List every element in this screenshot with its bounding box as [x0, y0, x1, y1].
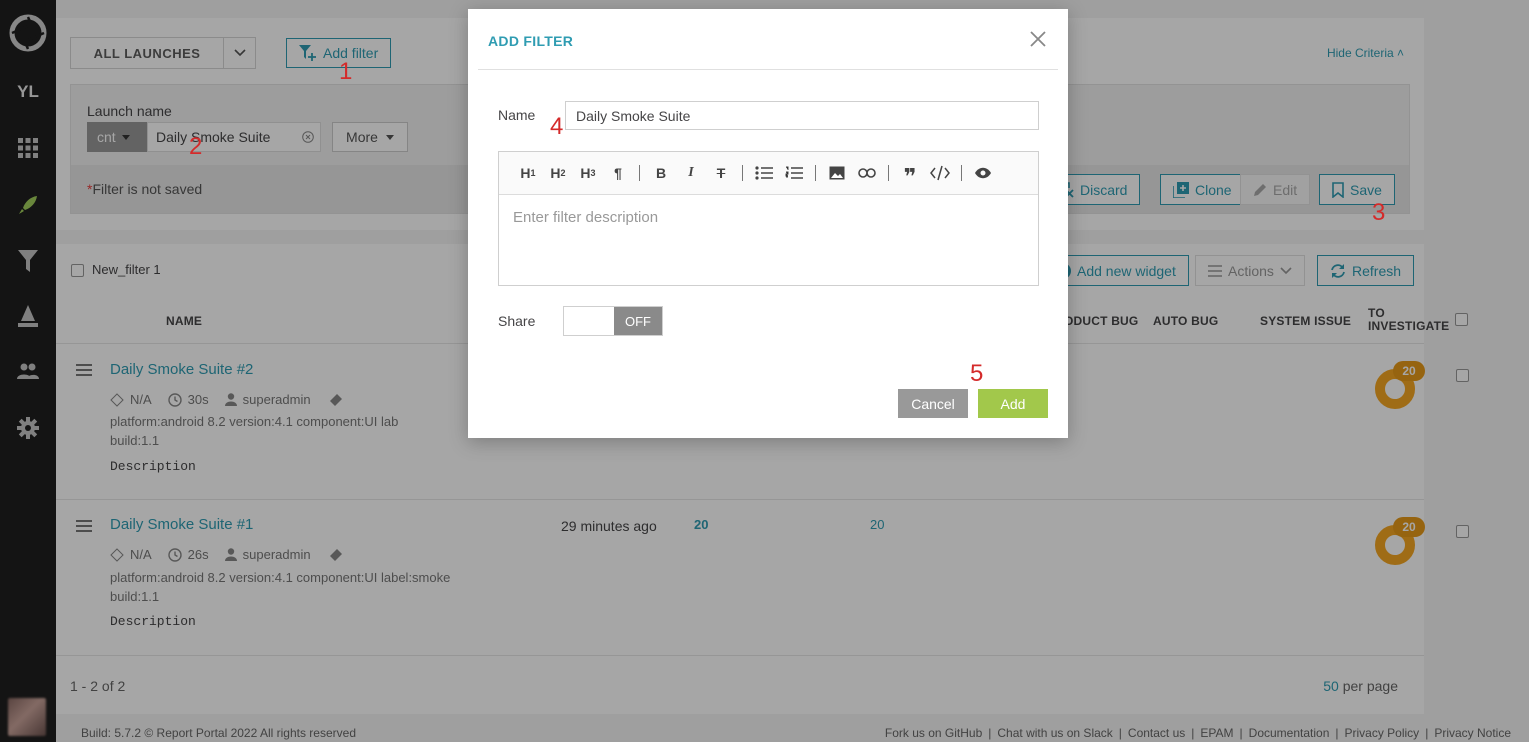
heading1-button[interactable]: H1: [513, 158, 543, 188]
share-label: Share: [498, 313, 536, 329]
eye-icon: [975, 167, 991, 179]
filter-name-input[interactable]: [565, 101, 1039, 130]
step-marker: 1: [339, 58, 353, 85]
preview-button[interactable]: [968, 158, 998, 188]
heading3-button[interactable]: H3: [573, 158, 603, 188]
step-marker: 5: [970, 360, 984, 387]
heading2-button[interactable]: H2: [543, 158, 573, 188]
image-icon: [829, 166, 845, 180]
paragraph-button[interactable]: ¶: [603, 158, 633, 188]
share-toggle-state: OFF: [614, 307, 662, 335]
quote-button[interactable]: ❞: [895, 158, 925, 189]
code-icon: [930, 165, 950, 181]
code-button[interactable]: [925, 158, 955, 188]
toolbar-divider: [742, 165, 743, 181]
modal-title: ADD FILTER: [488, 33, 574, 49]
step-marker: 4: [550, 113, 564, 140]
cancel-button[interactable]: Cancel: [898, 389, 968, 418]
bullet-list-button[interactable]: [749, 158, 779, 188]
link-icon: [858, 168, 876, 178]
toolbar-divider: [639, 165, 640, 181]
editor-toolbar: H1 H2 H3 ¶ B I T ❞: [499, 152, 1038, 195]
italic-button[interactable]: I: [676, 158, 706, 188]
step-marker: 3: [1372, 199, 1386, 226]
toolbar-divider: [888, 165, 889, 181]
strikethrough-button[interactable]: T: [706, 158, 736, 188]
toolbar-divider: [961, 165, 962, 181]
toolbar-divider: [815, 165, 816, 181]
numbered-list-icon: [785, 166, 803, 179]
modal-divider: [478, 69, 1058, 70]
name-label: Name: [498, 107, 536, 123]
close-icon[interactable]: [1028, 29, 1048, 49]
description-editor: H1 H2 H3 ¶ B I T ❞ Enter filter descript…: [498, 151, 1039, 286]
description-textarea[interactable]: Enter filter description: [513, 209, 658, 226]
share-toggle[interactable]: OFF: [563, 306, 663, 336]
numbered-list-button[interactable]: [779, 158, 809, 188]
add-button[interactable]: Add: [978, 389, 1048, 418]
image-button[interactable]: [822, 158, 852, 188]
step-marker: 2: [189, 133, 203, 160]
bullet-list-icon: [755, 166, 773, 180]
link-button[interactable]: [852, 158, 882, 188]
bold-button[interactable]: B: [646, 158, 676, 188]
add-filter-modal: ADD FILTER Name 4 H1 H2 H3 ¶ B I T: [468, 9, 1068, 438]
